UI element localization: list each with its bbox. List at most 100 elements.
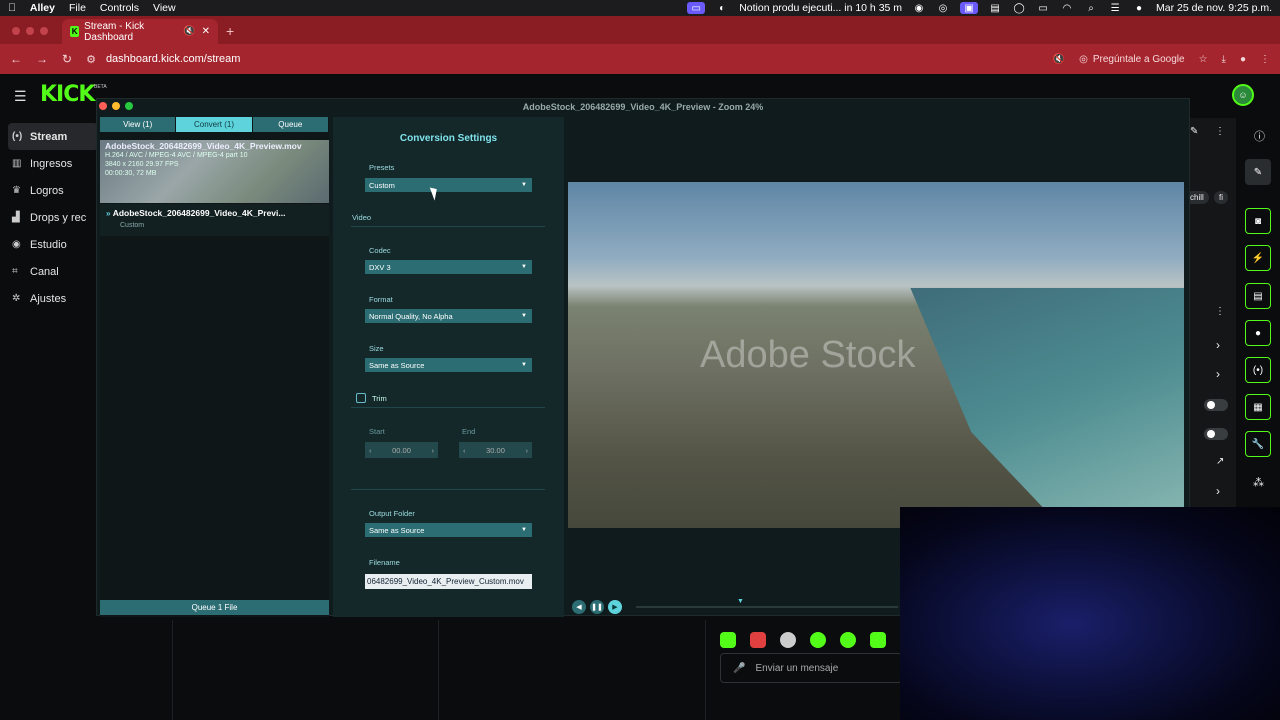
hamburger-menu-icon[interactable]: ☰ (14, 88, 27, 105)
wifi-icon[interactable]: ◠ (1060, 3, 1074, 14)
menu-controls[interactable]: Controls (100, 2, 139, 14)
chat-input[interactable]: 🎤 Enviar un mensaje (720, 653, 902, 683)
emote-icon[interactable] (750, 632, 766, 648)
chevron-right-icon[interactable]: › (1216, 367, 1220, 381)
menu-app-name[interactable]: Alley (30, 2, 55, 14)
trend-icon[interactable]: ↗ (1216, 456, 1224, 467)
flash-button[interactable]: ⚡ (1245, 245, 1271, 271)
emote-icon[interactable] (780, 632, 796, 648)
nav-drops[interactable]: ▟ Drops y rec (8, 204, 98, 231)
apple-icon[interactable]:  (8, 2, 16, 14)
mute-site-icon[interactable]: 🔇 (1053, 54, 1065, 65)
broadcast-button[interactable]: (•) (1245, 357, 1271, 383)
timeline-scrubber[interactable] (636, 606, 898, 608)
url-field[interactable]: dashboard.kick.com/stream (106, 53, 241, 65)
forward-icon[interactable]: → (36, 52, 48, 66)
tab-view[interactable]: View (1) (100, 117, 177, 132)
microphone-icon[interactable]: 🎤 (733, 663, 745, 674)
menu-file[interactable]: File (69, 2, 86, 14)
zoom-window-icon[interactable] (40, 27, 48, 35)
site-settings-icon[interactable]: ⚙ (86, 53, 96, 66)
airdrop-icon[interactable]: ◎ (936, 3, 950, 14)
tab-convert[interactable]: Convert (1) (176, 117, 253, 132)
screen-record-icon[interactable]: ▭ (687, 2, 706, 14)
decrement-icon[interactable]: ‹ (369, 446, 372, 455)
nav-estudio[interactable]: ◉ Estudio (8, 231, 98, 258)
spotlight-search-icon[interactable]: ⌕ (1084, 3, 1098, 14)
tools-button[interactable]: 🔧 (1245, 431, 1271, 457)
siri-icon[interactable]: ● (1132, 3, 1146, 14)
edit-mode-button[interactable]: ✎ (1245, 159, 1271, 185)
profile-icon[interactable]: ● (1240, 54, 1246, 65)
tab-queue[interactable]: Queue (252, 117, 329, 132)
download-icon[interactable]: ⤓ (1222, 54, 1226, 65)
menubar-datetime[interactable]: Mar 25 de nov. 9:25 p.m. (1156, 2, 1272, 14)
info-icon[interactable]: ⓘ (1254, 128, 1265, 144)
browser-menu-icon[interactable]: ⋮ (1260, 54, 1270, 65)
app-status-icon[interactable]: ◐ (715, 3, 729, 14)
emote-icon[interactable] (810, 632, 826, 648)
decrement-icon[interactable]: ‹ (463, 446, 466, 455)
muted-tab-icon[interactable]: 🔇 (183, 26, 195, 37)
trim-checkbox[interactable] (356, 393, 366, 403)
nav-ajustes[interactable]: ✲ Ajustes (8, 285, 98, 312)
tag-fi[interactable]: fi (1214, 191, 1228, 204)
source-file-card[interactable]: AdobeStock_206482699_Video_4K_Preview.mo… (100, 140, 329, 203)
size-select[interactable]: Same as Source ▼ (365, 358, 532, 372)
notes-button[interactable]: ▤ (1245, 283, 1271, 309)
queue-item[interactable]: » AdobeStock_206482699_Video_4K_Previ...… (100, 204, 329, 236)
chevron-right-icon[interactable]: › (1216, 484, 1220, 498)
chat-button[interactable]: ● (1245, 320, 1271, 346)
user-icon[interactable]: ◯ (1012, 3, 1026, 14)
close-window-icon[interactable] (12, 27, 20, 35)
menu-view[interactable]: View (153, 2, 176, 14)
nodes-icon[interactable]: ⁂ (1253, 476, 1264, 489)
playhead-marker-icon[interactable]: ▼ (737, 598, 744, 605)
nav-ingresos[interactable]: ▥ Ingresos (8, 150, 98, 177)
user-avatar[interactable]: ☺ (1232, 84, 1254, 106)
emote-icon[interactable] (720, 632, 736, 648)
browser-tab[interactable]: K Stream - Kick Dashboard 🔇 ✕ (62, 19, 218, 44)
battery-icon[interactable]: ▭ (1036, 3, 1050, 14)
nav-stream[interactable]: (•) Stream (8, 123, 98, 150)
start-stepper[interactable]: ‹ 00.00 › (365, 442, 438, 458)
end-stepper[interactable]: ‹ 30.00 › (459, 442, 532, 458)
edit-icon[interactable]: ✎ (1190, 126, 1198, 137)
increment-icon[interactable]: › (432, 446, 435, 455)
layout-button[interactable]: ▦ (1245, 394, 1271, 420)
control-center-icon[interactable]: ☰ (1108, 3, 1122, 14)
emote-icon[interactable] (870, 632, 886, 648)
format-select[interactable]: Normal Quality, No Alpha ▼ (365, 309, 532, 323)
reload-icon[interactable]: ↻ (62, 52, 72, 66)
google-lens-pill[interactable]: ◎ Pregúntale a Google (1079, 54, 1184, 65)
notion-reminder[interactable]: Notion produ ejecuti... in 10 h 35 m (739, 2, 902, 14)
presets-select[interactable]: Custom ▼ (365, 178, 532, 192)
toggle-switch[interactable] (1204, 399, 1228, 411)
increment-icon[interactable]: › (526, 446, 529, 455)
queue-files-button[interactable]: Queue 1 File (100, 600, 329, 615)
codec-select[interactable]: DXV 3 ▼ (365, 260, 532, 274)
nav-logros[interactable]: ♛ Logros (8, 177, 98, 204)
filename-input[interactable]: 06482699_Video_4K_Preview_Custom.mov (365, 574, 532, 589)
camera-button[interactable]: ◙ (1245, 208, 1271, 234)
record-icon[interactable]: ◉ (912, 3, 926, 14)
play-button[interactable]: ▶ (608, 600, 622, 614)
new-tab-icon[interactable]: + (226, 23, 234, 39)
keyboard-icon[interactable]: ▤ (988, 3, 1002, 14)
back-icon[interactable]: ← (10, 52, 22, 66)
kick-logo[interactable]: KICK (40, 82, 95, 107)
pause-button[interactable]: ❚❚ (590, 600, 604, 614)
more-options-icon[interactable]: ⋮ (1215, 126, 1225, 137)
step-back-button[interactable]: ◀ (572, 600, 586, 614)
bookmark-star-icon[interactable]: ☆ (1199, 54, 1208, 65)
more-options-icon[interactable]: ⋮ (1215, 306, 1225, 317)
minimize-window-icon[interactable] (26, 27, 34, 35)
close-tab-icon[interactable]: ✕ (202, 26, 210, 37)
emote-icon[interactable] (840, 632, 856, 648)
output-folder-select[interactable]: Same as Source ▼ (365, 523, 532, 537)
nav-label: Canal (30, 265, 59, 278)
window-icon[interactable]: ▣ (960, 2, 979, 14)
nav-canal[interactable]: ⌗ Canal (8, 258, 98, 285)
chevron-right-icon[interactable]: › (1216, 338, 1220, 352)
toggle-switch[interactable] (1204, 428, 1228, 440)
